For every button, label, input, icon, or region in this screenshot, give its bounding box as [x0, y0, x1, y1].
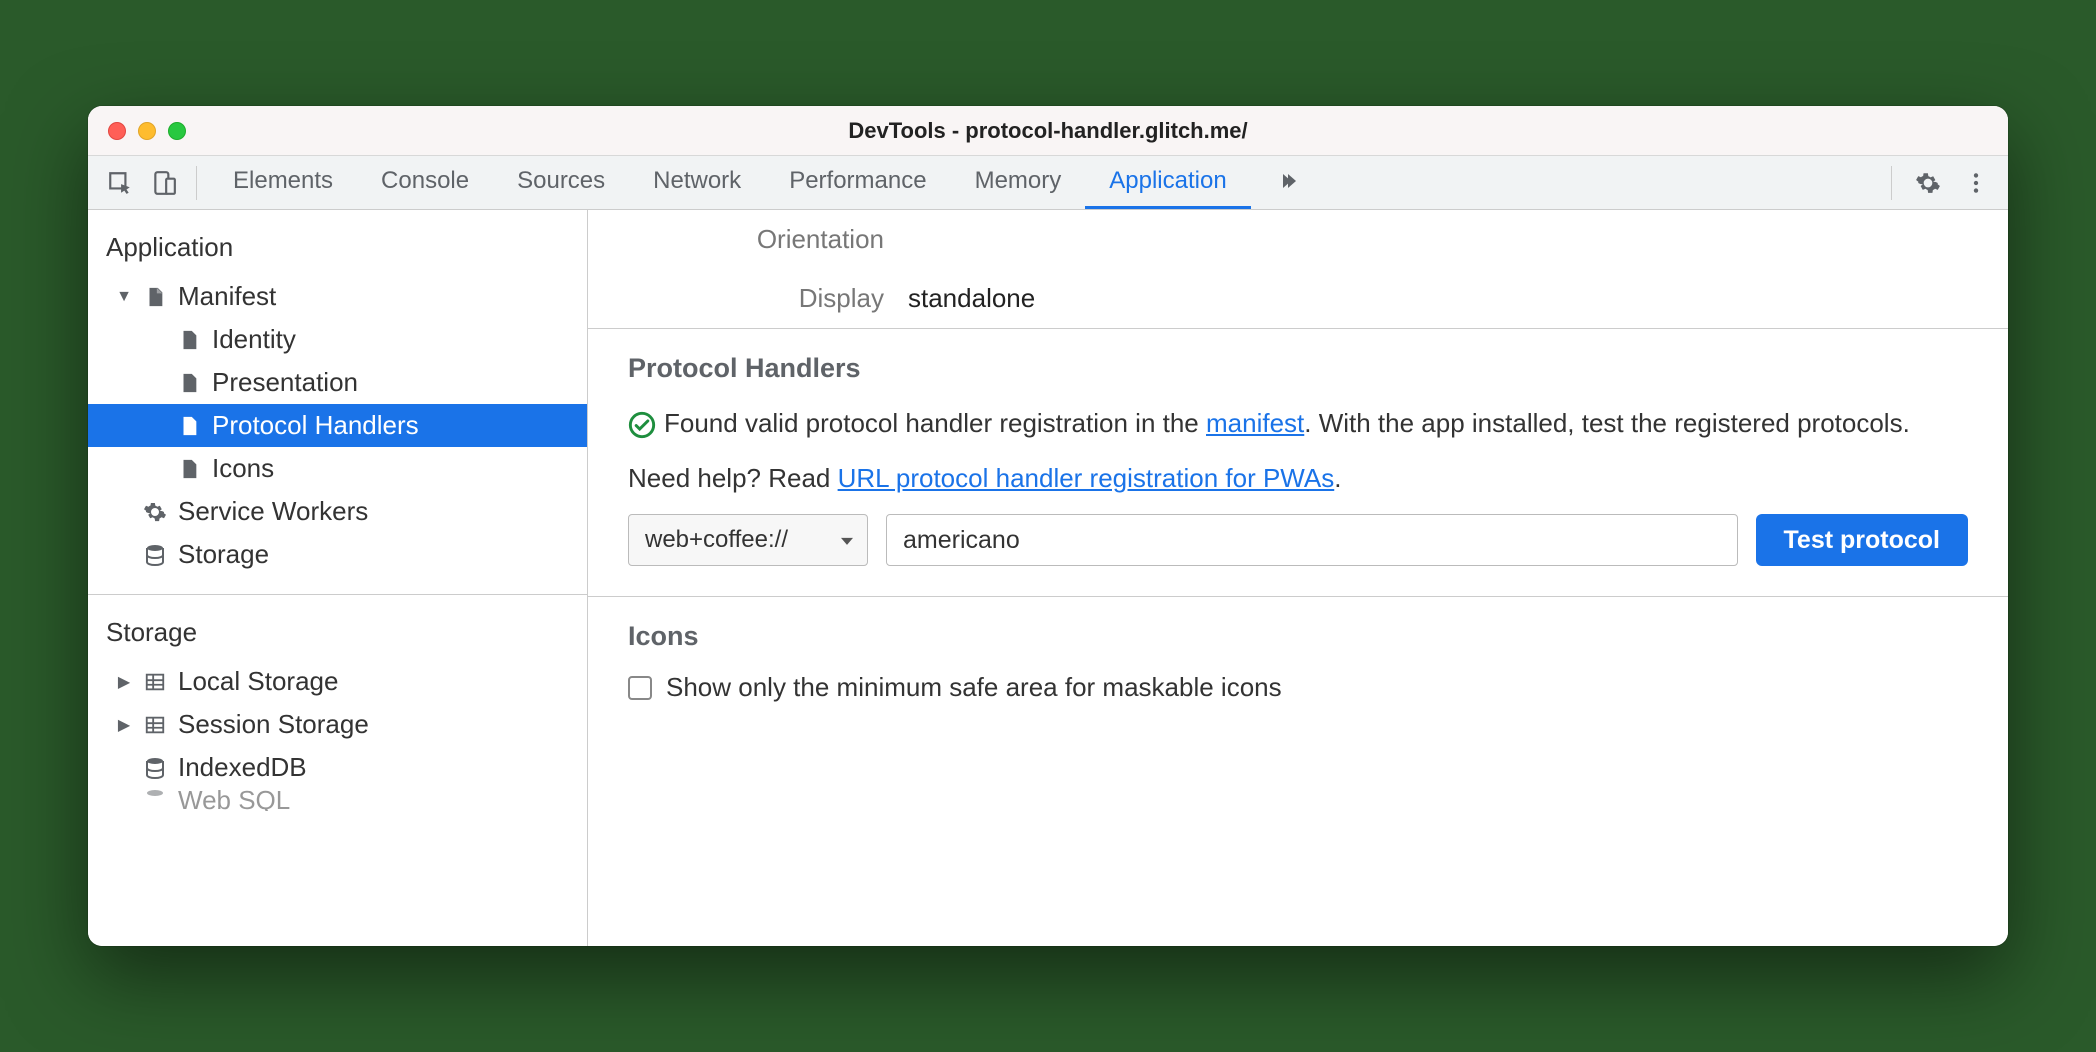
sidebar-item-label: Web SQL [178, 789, 290, 811]
sidebar-item-indexeddb[interactable]: IndexedDB [88, 746, 587, 789]
section-icons: Icons Show only the minimum safe area fo… [588, 597, 2008, 733]
help-link[interactable]: URL protocol handler registration for PW… [838, 463, 1335, 493]
section-protocol-handlers: Protocol Handlers Found valid protocol h… [588, 329, 2008, 596]
gear-icon [142, 499, 168, 525]
section-title-protocol-handlers: Protocol Handlers [628, 353, 1968, 384]
device-toggle-icon[interactable] [144, 163, 184, 203]
sidebar-item-label: Storage [178, 539, 269, 570]
devtools-window: DevTools - protocol-handler.glitch.me/ E… [88, 106, 2008, 946]
checkmark-circle-icon [628, 411, 656, 439]
database-icon [142, 542, 168, 568]
protocol-help-text: Need help? Read URL protocol handler reg… [628, 459, 1968, 498]
tab-sources[interactable]: Sources [493, 156, 629, 209]
tab-memory[interactable]: Memory [951, 156, 1086, 209]
protocol-status-text: Found valid protocol handler registratio… [628, 404, 1968, 443]
sidebar-section-application: Application ▼ Manifest Identity Presenta… [88, 210, 587, 595]
inspect-element-icon[interactable] [100, 163, 140, 203]
tabs-overflow-icon[interactable] [1251, 156, 1323, 209]
protocol-test-row: web+coffee:// Test protocol [628, 514, 1968, 566]
sidebar-item-service-workers[interactable]: Service Workers [88, 490, 587, 533]
sidebar-item-label: Protocol Handlers [212, 410, 419, 441]
tab-application[interactable]: Application [1085, 156, 1250, 209]
sidebar-section-storage: Storage ▶ Local Storage ▶ Session Storag… [88, 595, 587, 829]
sidebar-header-storage: Storage [88, 609, 587, 660]
sidebar-item-storage[interactable]: Storage [88, 533, 587, 576]
file-icon [176, 413, 202, 439]
grid-icon [142, 712, 168, 738]
sidebar-item-presentation[interactable]: Presentation [88, 361, 587, 404]
application-sidebar: Application ▼ Manifest Identity Presenta… [88, 210, 588, 946]
disclosure-triangle-icon: ▶ [116, 715, 132, 735]
manifest-link[interactable]: manifest [1206, 408, 1304, 438]
sidebar-item-label: IndexedDB [178, 752, 307, 783]
sidebar-item-websql[interactable]: Web SQL [88, 789, 587, 811]
label-orientation: Orientation [588, 224, 908, 255]
sidebar-item-icons[interactable]: Icons [88, 447, 587, 490]
titlebar: DevTools - protocol-handler.glitch.me/ [88, 106, 2008, 156]
protocol-scheme-dropdown[interactable]: web+coffee:// [628, 514, 868, 566]
sidebar-item-protocol-handlers[interactable]: Protocol Handlers [88, 404, 587, 447]
database-icon [142, 755, 168, 781]
file-icon [176, 327, 202, 353]
devtools-toolbar: Elements Console Sources Network Perform… [88, 156, 2008, 210]
checkbox-label: Show only the minimum safe area for mask… [666, 672, 1282, 703]
sidebar-item-session-storage[interactable]: ▶ Session Storage [88, 703, 587, 746]
content-area: Application ▼ Manifest Identity Presenta… [88, 210, 2008, 946]
database-icon [142, 789, 168, 811]
sidebar-item-label: Local Storage [178, 666, 338, 697]
sidebar-item-label: Presentation [212, 367, 358, 398]
file-icon [176, 370, 202, 396]
devtools-tabs: Elements Console Sources Network Perform… [209, 156, 1323, 209]
value-display: standalone [908, 283, 1035, 314]
tab-performance[interactable]: Performance [765, 156, 950, 209]
sidebar-item-manifest[interactable]: ▼ Manifest [88, 275, 587, 318]
tab-console[interactable]: Console [357, 156, 493, 209]
sidebar-header-application: Application [88, 224, 587, 275]
more-options-icon[interactable] [1956, 163, 1996, 203]
test-protocol-button[interactable]: Test protocol [1756, 514, 1968, 566]
maskable-icons-checkbox-row[interactable]: Show only the minimum safe area for mask… [628, 672, 1968, 703]
main-panel: Orientation Display standalone Protocol … [588, 210, 2008, 946]
tab-network[interactable]: Network [629, 156, 765, 209]
toolbar-divider [1891, 166, 1892, 200]
checkbox-icon[interactable] [628, 676, 652, 700]
sidebar-item-label: Service Workers [178, 496, 368, 527]
label-display: Display [588, 283, 908, 314]
sidebar-item-local-storage[interactable]: ▶ Local Storage [88, 660, 587, 703]
window-title: DevTools - protocol-handler.glitch.me/ [88, 118, 2008, 144]
section-title-icons: Icons [628, 621, 1968, 652]
row-orientation: Orientation [588, 210, 2008, 269]
sidebar-item-label: Icons [212, 453, 274, 484]
tab-elements[interactable]: Elements [209, 156, 357, 209]
disclosure-triangle-icon: ▶ [116, 672, 132, 692]
settings-icon[interactable] [1908, 163, 1948, 203]
toolbar-divider [196, 166, 197, 200]
sidebar-item-label: Identity [212, 324, 296, 355]
disclosure-triangle-icon: ▼ [116, 288, 132, 306]
file-icon [142, 284, 168, 310]
row-display: Display standalone [588, 269, 2008, 328]
sidebar-item-label: Manifest [178, 281, 276, 312]
sidebar-item-label: Session Storage [178, 709, 369, 740]
file-icon [176, 456, 202, 482]
sidebar-item-identity[interactable]: Identity [88, 318, 587, 361]
protocol-value-input[interactable] [886, 514, 1738, 566]
grid-icon [142, 669, 168, 695]
